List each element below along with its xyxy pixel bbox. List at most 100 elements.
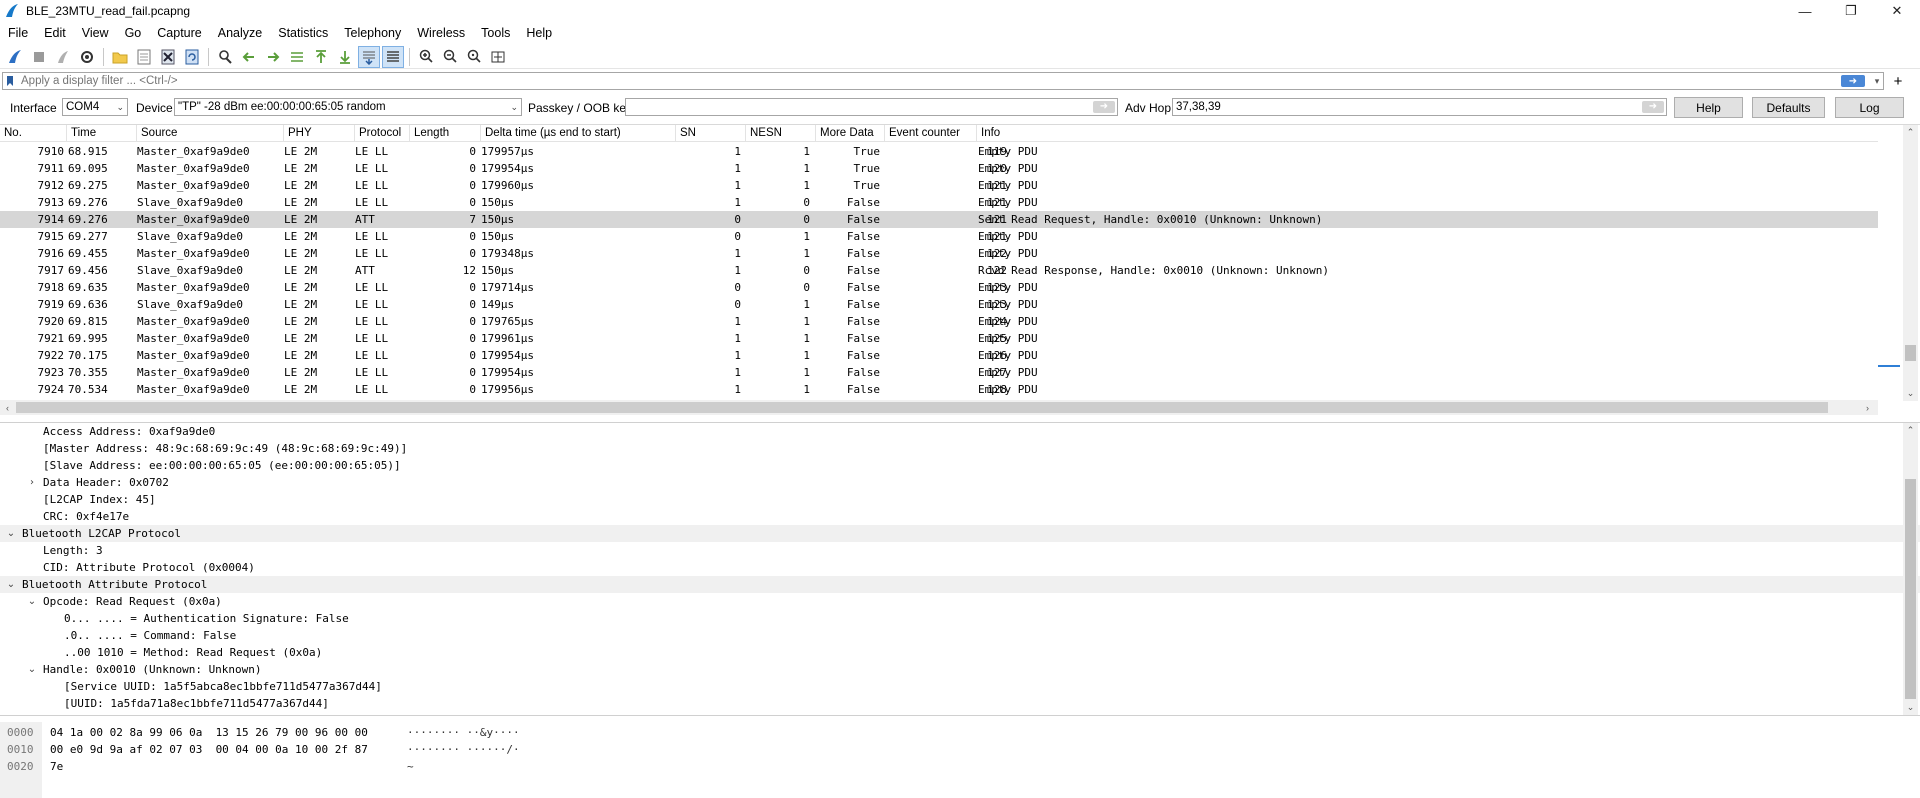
detail-tree-item[interactable]: .0.. .... = Command: False [0, 627, 1920, 644]
menu-file[interactable]: File [0, 22, 36, 44]
column-more-data[interactable]: More Data [816, 125, 885, 142]
zoom-reset-button[interactable] [463, 46, 485, 68]
last-packet-button[interactable] [334, 46, 356, 68]
scroll-left-icon[interactable]: ‹ [0, 400, 15, 415]
detail-tree-item[interactable]: ⌄ Opcode: Read Request (0x0a) [0, 593, 1920, 610]
expand-chevron-icon[interactable]: › [26, 474, 38, 491]
menu-telephony[interactable]: Telephony [336, 22, 409, 44]
scroll-thumb[interactable] [1905, 479, 1916, 699]
close-button[interactable]: ✕ [1874, 0, 1920, 22]
minimize-button[interactable]: — [1782, 0, 1828, 22]
menu-capture[interactable]: Capture [149, 22, 209, 44]
packet-list-vertical-scrollbar[interactable]: ⌃ ⌄ [1903, 125, 1918, 401]
menu-go[interactable]: Go [117, 22, 150, 44]
hex-row[interactable]: 0020 7e ~ [0, 759, 1920, 774]
passkey-input[interactable]: ➜ [625, 98, 1118, 116]
scroll-thumb[interactable] [1905, 345, 1916, 361]
packet-row[interactable]: 7919 69.636 Slave_0xaf9a9de0 LE 2M LE LL 0 149… [0, 296, 1878, 313]
menu-edit[interactable]: Edit [36, 22, 74, 44]
interface-select[interactable]: COM4 ⌄ [62, 98, 128, 116]
stop-capture-button[interactable] [28, 46, 50, 68]
packet-row[interactable]: 7914 69.276 Master_0xaf9a9de0 LE 2M ATT 7 150µ… [0, 211, 1878, 228]
device-select[interactable]: "TP" -28 dBm ee:00:00:00:65:05 random ⌄ [174, 98, 522, 116]
collapse-chevron-icon[interactable]: ⌄ [26, 661, 38, 678]
column-delta-time[interactable]: Delta time (µs end to start) [481, 125, 676, 142]
menu-analyze[interactable]: Analyze [210, 22, 270, 44]
detail-tree-item[interactable]: CRC: 0xf4e17e [0, 508, 1920, 525]
zoom-in-button[interactable] [415, 46, 437, 68]
reload-file-button[interactable] [181, 46, 203, 68]
detail-tree-item[interactable]: ⌄ Handle: 0x0010 (Unknown: Unknown) [0, 661, 1920, 678]
packet-list-horizontal-scrollbar[interactable]: ‹ › [0, 400, 1878, 415]
horizontal-scroll-thumb[interactable] [16, 402, 1828, 413]
scroll-up-icon[interactable]: ⌃ [1903, 125, 1918, 140]
column-phy[interactable]: PHY [284, 125, 355, 142]
advhop-apply-arrow-icon[interactable]: ➜ [1642, 101, 1664, 113]
packet-row[interactable]: 7913 69.276 Slave_0xaf9a9de0 LE 2M LE LL 0 150… [0, 194, 1878, 211]
collapse-chevron-icon[interactable]: ⌄ [5, 525, 17, 542]
detail-tree-item[interactable]: [L2CAP Index: 45] [0, 491, 1920, 508]
zoom-out-button[interactable] [439, 46, 461, 68]
open-file-button[interactable] [109, 46, 131, 68]
detail-tree-item[interactable]: [Service UUID: 1a5f5abca8ec1bbfe711d5477… [0, 678, 1920, 695]
scroll-down-icon[interactable]: ⌄ [1903, 700, 1918, 715]
detail-tree-item[interactable]: Access Address: 0xaf9a9de0 [0, 423, 1920, 440]
details-vertical-scrollbar[interactable]: ⌃ ⌄ [1903, 423, 1918, 715]
column-sn[interactable]: SN [676, 125, 746, 142]
scroll-down-icon[interactable]: ⌄ [1903, 386, 1918, 401]
go-to-packet-button[interactable] [286, 46, 308, 68]
maximize-button[interactable]: ❐ [1828, 0, 1874, 22]
detail-tree-item[interactable]: [Slave Address: ee:00:00:00:65:05 (ee:00… [0, 457, 1920, 474]
detail-tree-item[interactable]: ⌄ Bluetooth L2CAP Protocol [0, 525, 1920, 542]
detail-tree-item[interactable]: Length: 3 [0, 542, 1920, 559]
bookmark-icon[interactable] [3, 73, 17, 89]
menu-tools[interactable]: Tools [473, 22, 518, 44]
detail-tree-item[interactable]: ..00 1010 = Method: Read Request (0x0a) [0, 644, 1920, 661]
resize-columns-button[interactable] [487, 46, 509, 68]
scroll-right-icon[interactable]: › [1860, 400, 1875, 415]
column-source[interactable]: Source [137, 125, 284, 142]
packet-row[interactable]: 7912 69.275 Master_0xaf9a9de0 LE 2M LE LL 0 17… [0, 177, 1878, 194]
packet-row[interactable]: 7911 69.095 Master_0xaf9a9de0 LE 2M LE LL 0 17… [0, 160, 1878, 177]
colorize-button[interactable] [382, 45, 404, 68]
menu-help[interactable]: Help [518, 22, 560, 44]
scroll-up-icon[interactable]: ⌃ [1903, 423, 1918, 438]
packet-row[interactable]: 7922 70.175 Master_0xaf9a9de0 LE 2M LE LL 0 17… [0, 347, 1878, 364]
hex-row[interactable]: 0010 00 e0 9d 9a af 02 07 03 00 04 00 0a … [0, 742, 1920, 757]
packet-row[interactable]: 7916 69.455 Master_0xaf9a9de0 LE 2M LE LL 0 17… [0, 245, 1878, 262]
detail-tree-item[interactable]: [UUID: 1a5fda71a8ec1bbfe711d5477a367d44] [0, 695, 1920, 712]
packet-row[interactable]: 7924 70.534 Master_0xaf9a9de0 LE 2M LE LL 0 17… [0, 381, 1878, 398]
display-filter-input[interactable] [17, 75, 1841, 87]
detail-tree-item[interactable]: 0... .... = Authentication Signature: Fa… [0, 610, 1920, 627]
add-filter-button[interactable]: + [1888, 72, 1908, 90]
restart-capture-button[interactable] [52, 46, 74, 68]
packet-row[interactable]: 7921 69.995 Master_0xaf9a9de0 LE 2M LE LL 0 17… [0, 330, 1878, 347]
autoscroll-button[interactable] [358, 45, 380, 68]
packet-row[interactable]: 7915 69.277 Slave_0xaf9a9de0 LE 2M LE LL 0 150… [0, 228, 1878, 245]
advhop-input[interactable]: 37,38,39 ➜ [1172, 98, 1667, 116]
packet-row[interactable]: 7920 69.815 Master_0xaf9a9de0 LE 2M LE LL 0 17… [0, 313, 1878, 330]
packet-row[interactable]: 7923 70.355 Master_0xaf9a9de0 LE 2M LE LL 0 17… [0, 364, 1878, 381]
column-protocol[interactable]: Protocol [355, 125, 410, 142]
hex-row[interactable]: 0000 04 1a 00 02 8a 99 06 0a 13 15 26 79 … [0, 725, 1920, 740]
go-forward-button[interactable] [262, 46, 284, 68]
capture-options-button[interactable] [76, 46, 98, 68]
column-nesn[interactable]: NESN [746, 125, 816, 142]
menu-wireless[interactable]: Wireless [409, 22, 473, 44]
defaults-button[interactable]: Defaults [1752, 97, 1825, 118]
column-time[interactable]: Time [67, 125, 137, 142]
column-info[interactable]: Info [977, 125, 1878, 142]
column-no[interactable]: No. [0, 125, 67, 142]
detail-tree-item[interactable]: › Data Header: 0x0702 [0, 474, 1920, 491]
apply-filter-arrow-icon[interactable]: ➜ [1841, 75, 1865, 87]
close-file-button[interactable] [157, 46, 179, 68]
collapse-chevron-icon[interactable]: ⌄ [26, 593, 38, 610]
go-back-button[interactable] [238, 46, 260, 68]
start-capture-button[interactable] [4, 46, 26, 68]
detail-tree-item[interactable]: [Master Address: 48:9c:68:69:9c:49 (48:9… [0, 440, 1920, 457]
column-length[interactable]: Length [410, 125, 481, 142]
detail-tree-item[interactable]: CID: Attribute Protocol (0x0004) [0, 559, 1920, 576]
passkey-apply-arrow-icon[interactable]: ➜ [1093, 101, 1115, 113]
find-packet-button[interactable] [214, 46, 236, 68]
packet-row[interactable]: 7918 69.635 Master_0xaf9a9de0 LE 2M LE LL 0 17… [0, 279, 1878, 296]
